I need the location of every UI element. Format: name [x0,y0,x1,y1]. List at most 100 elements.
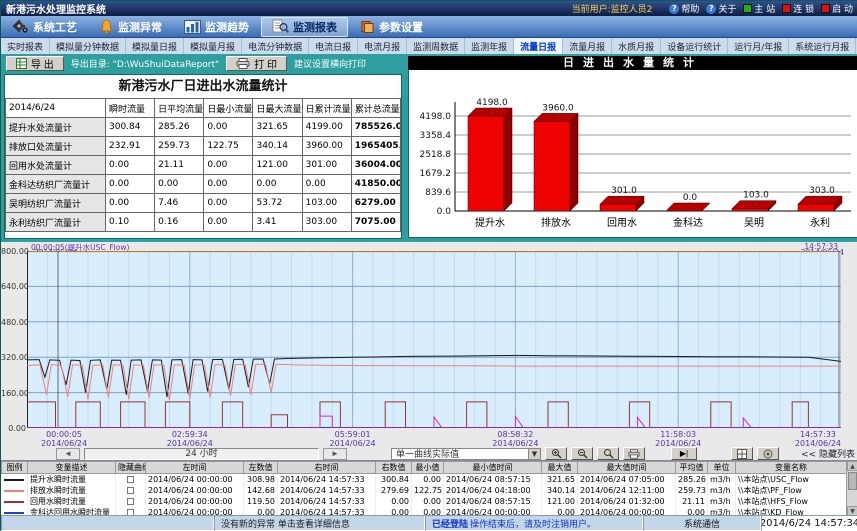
table-scrollbar[interactable]: ▲ ▼ [846,461,857,516]
tab-8[interactable]: 监测年报 [465,38,514,54]
menu-item-2[interactable]: 监测趋势 [174,17,259,37]
cell-value: 121.00 [253,156,302,175]
column-header: 累计总流量 [351,99,400,118]
tab-10[interactable]: 流量月报 [563,38,612,54]
hide-curve-checkbox[interactable] [127,498,134,505]
column-header: 最大值时间 [578,462,676,474]
tab-12[interactable]: 设备运行统计 [661,38,728,54]
export-button[interactable]: 导 出 [6,56,64,71]
led-icon [821,4,830,13]
time-range-slider[interactable]: 24 小时 [84,448,319,460]
tab-0[interactable]: 实时报表 [1,38,50,54]
tab-6[interactable]: 电流月报 [358,38,407,54]
zoom-out-button[interactable] [571,447,593,460]
spreadsheet-icon [16,58,27,69]
report-date: 2014/6/24 [6,99,106,118]
menu-item-4[interactable]: 参数设置 [350,17,433,37]
trend-table-row[interactable]: 排放水瞬时流量2014/06/24 00:00:00142.682014/06/… [2,485,847,496]
column-header: 右数值 [376,462,412,474]
cell-value: 0.00 [106,194,155,213]
indicator-0[interactable]: 主 站 [743,2,775,15]
magnifier-icon [603,448,614,459]
cell-value: 2014/06/24 01:32:00 [578,496,676,507]
tab-5[interactable]: 电流日报 [309,38,358,54]
tab-3[interactable]: 模拟量月报 [184,38,242,54]
status-alarm-message[interactable]: 没有新的异常 单击查看详细信息 [214,515,425,531]
svg-text:103.0: 103.0 [743,191,769,201]
print-button[interactable]: 打 印 [226,56,287,71]
cell-value: 2014/06/24 00:00:00 [146,485,244,496]
hide-list-button[interactable]: << 隐藏列表 [801,447,855,460]
zoom-in-button[interactable] [545,447,567,460]
scroll-left-button[interactable]: ◄ [56,448,80,460]
row-label: 提升水处流量计 [6,118,106,137]
cell-value: 2014/06/24 08:57:15 [444,496,542,507]
hide-curve-checkbox[interactable] [127,476,134,483]
cell-value: 2014/06/24 14:57:33 [278,496,376,507]
cell-value: 2014/06/24 14:57:33 [278,485,376,496]
cell-value: 0.00 [412,474,444,486]
menu-item-1[interactable]: 监测异常 [89,17,172,37]
tab-9[interactable]: 流量日报 [514,38,563,54]
menu-item-0[interactable]: 系统工艺 [3,17,87,37]
hide-curve-checkbox[interactable] [127,487,134,494]
title-bar: 新港污水处理监控系统 当前用户:监控人员2 ?帮助 ?关于 主 站连 锁启 动 [1,1,857,16]
cell-value: 232.91 [106,137,155,156]
row-label: 永利纺织厂流量计 [6,213,106,232]
help-button[interactable]: ?帮助 [669,2,699,15]
trend-x-tick: 00:00:052014/06/24 [41,430,87,448]
cell-value: m3/h [708,474,736,486]
menu-item-3[interactable]: 监测报表 [261,17,348,37]
status-comm-label: 系统通信 [643,515,761,531]
tab-7[interactable]: 监测周数据 [407,38,465,54]
grid-view-button[interactable] [731,447,753,460]
table-row: 排放口处流量计232.91259.73122.75340.143960.0019… [6,137,401,156]
scroll-right-button[interactable]: ► [323,448,347,460]
scroll-up-icon[interactable]: ▲ [847,461,857,471]
tab-2[interactable]: 模拟量日报 [126,38,184,54]
about-button[interactable]: ?关于 [706,2,736,15]
cell-value: 7.46 [155,194,204,213]
tab-14[interactable]: 系统运行月报 [789,38,856,54]
curve-mode-dropdown[interactable]: 单一曲线实际值▼ [391,448,541,460]
indicator-1[interactable]: 连 锁 [782,2,814,15]
cell-value: 21.11 [155,156,204,175]
params-icon [360,20,375,34]
svg-text:0.0: 0.0 [683,193,698,203]
cell-value: 0.00 [106,156,155,175]
printer-icon [236,58,250,69]
cell-value: 1965405.00 [351,137,400,156]
column-header: 变量描述 [28,462,116,474]
print-hint-label: 建议设置横向打印 [294,57,366,70]
tab-1[interactable]: 模拟量分钟数据 [50,38,126,54]
question-icon: ? [669,4,679,14]
magnifier-minus-icon [577,448,588,459]
zoom-reset-button[interactable] [597,447,619,460]
indicator-2[interactable]: 启 动 [821,2,853,15]
cell-value: 2014/06/24 08:57:15 [444,474,542,486]
scrollbar-thumb[interactable] [848,472,857,490]
trend-y-tick: 640.00 [1,282,26,291]
svg-text:2518.8: 2518.8 [420,150,452,160]
cell-value: 0.16 [155,213,204,232]
trend-x-tick: 02:59:342014/06/24 [167,430,213,448]
print-chart-button[interactable] [623,447,645,460]
target-button[interactable] [757,447,779,460]
cell-value: 340.14 [542,485,578,496]
play-button[interactable]: ▶| [671,447,697,460]
column-header: 日累计流量 [302,99,351,118]
column-header: 日最小流量 [204,99,253,118]
cell-value: 0.00 [204,213,253,232]
tab-11[interactable]: 水质月报 [612,38,661,54]
tab-4[interactable]: 电流分钟数据 [242,38,309,54]
cell-value: 340.14 [253,137,302,156]
tab-13[interactable]: 运行月/年报 [728,38,789,54]
trend-table-row[interactable]: 回用水瞬时流量2014/06/24 00:00:00119.502014/06/… [2,496,847,507]
report-icon [272,19,289,34]
cell-value: 0.00 [204,175,253,194]
trend-table-row[interactable]: 提升水瞬时流量2014/06/24 00:00:00308.982014/06/… [2,474,847,486]
cell-value: 121.00 [542,496,578,507]
column-header: 左数值 [244,462,278,474]
tab-row: 实时报表模拟量分钟数据模拟量日报模拟量月报电流分钟数据电流日报电流月报监测周数据… [1,38,857,54]
cell-value: 259.73 [155,137,204,156]
